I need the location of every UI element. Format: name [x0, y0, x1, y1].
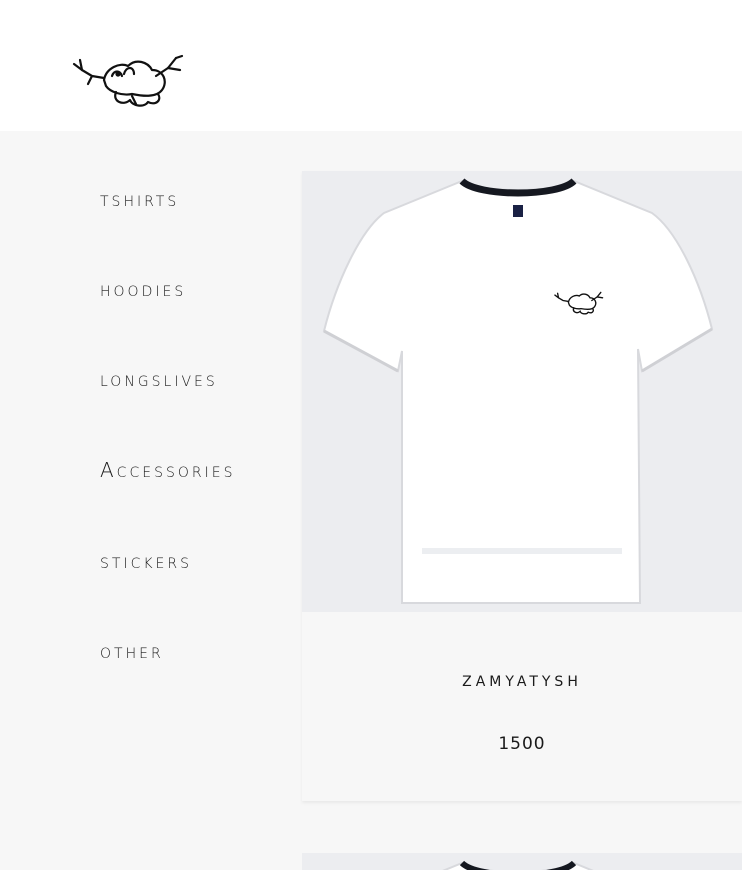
product-card-next[interactable]	[302, 853, 742, 870]
sidebar-item-stickers[interactable]: stickers	[100, 551, 192, 571]
sidebar-item-tshirts[interactable]: tshirts	[100, 189, 179, 209]
product-grid: zamyatysh 1500	[300, 131, 742, 870]
product-price: 1500	[498, 734, 546, 754]
category-sidebar: tshirts hoodies longslives Accessories s…	[0, 131, 300, 870]
sidebar-item-accessories[interactable]: Accessories	[100, 460, 235, 480]
sidebar-item-hoodies[interactable]: hoodies	[100, 279, 186, 299]
sidebar-item-other[interactable]: other	[100, 641, 164, 661]
product-image[interactable]	[302, 171, 742, 612]
product-name[interactable]: zamyatysh	[302, 667, 742, 691]
product-card[interactable]: zamyatysh 1500	[302, 171, 742, 801]
site-header	[0, 0, 742, 131]
bird-doodle-logo-icon[interactable]	[72, 46, 184, 112]
sidebar-item-longslives[interactable]: longslives	[100, 369, 218, 389]
